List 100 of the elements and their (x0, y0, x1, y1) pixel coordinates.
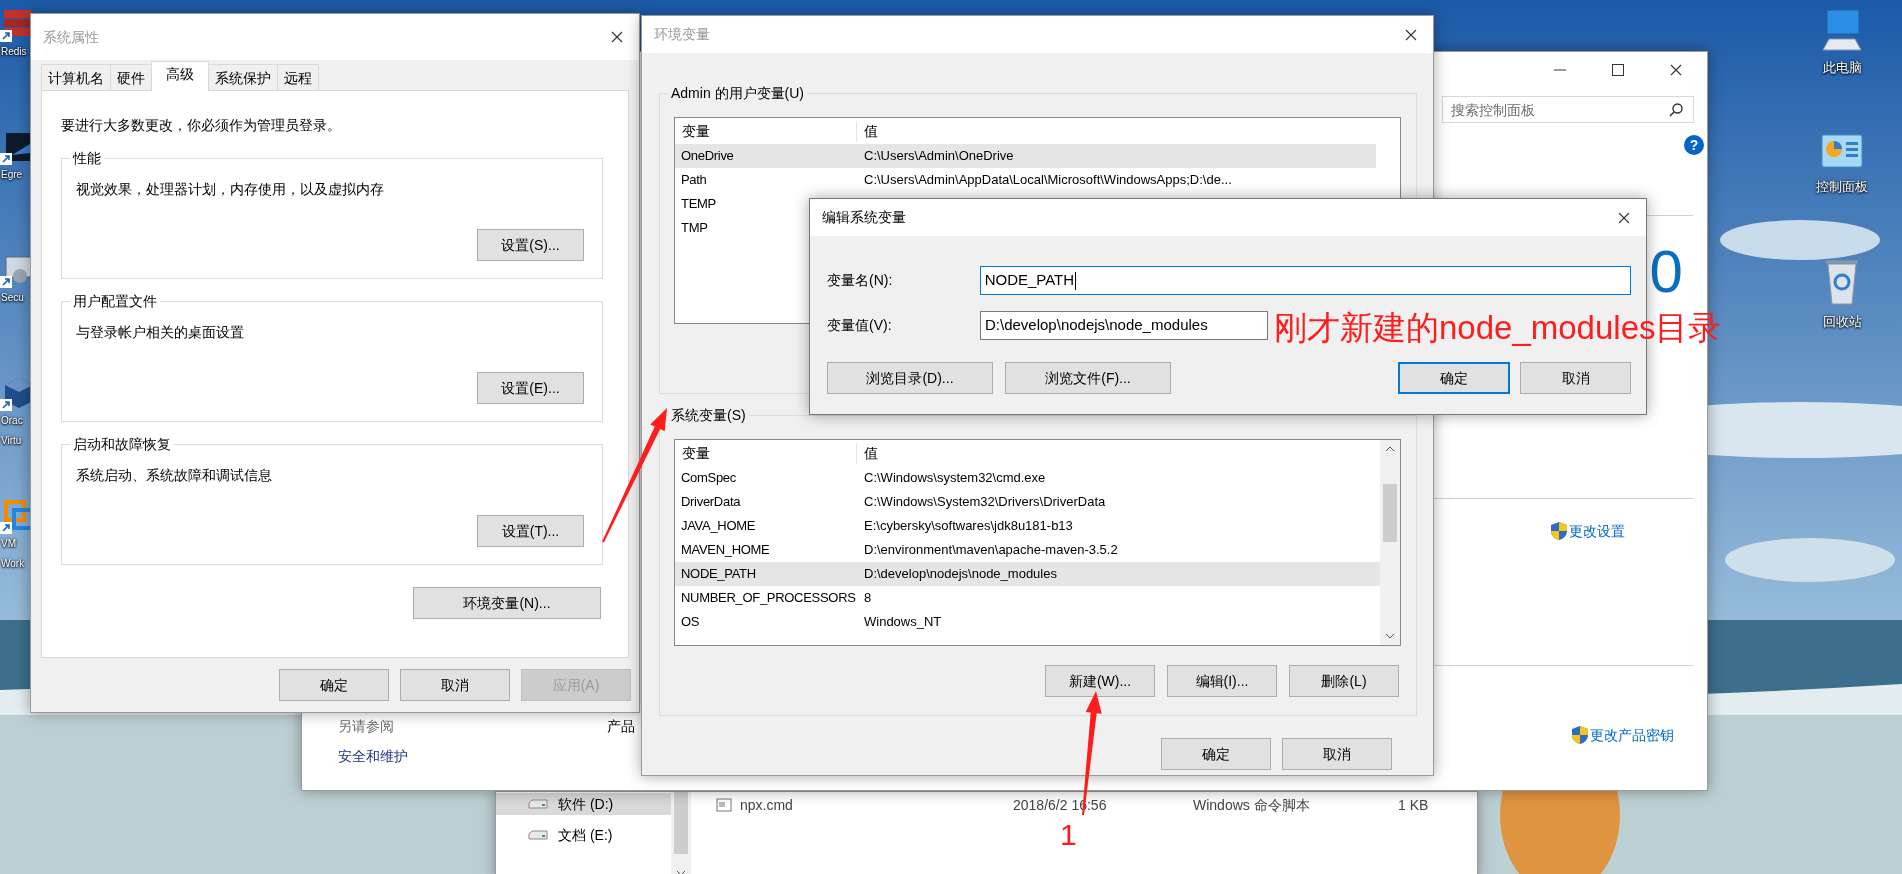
dialog-button[interactable]: 确定 (279, 669, 389, 701)
list-cell-text: NUMBER_OF_PROCESSORS (681, 589, 856, 608)
settings-button[interactable]: 设置(T)... (477, 515, 584, 547)
window-title: 系统属性 (43, 27, 99, 47)
list-cell-text: DriverData (681, 493, 741, 512)
file-size: 1 KB (1398, 796, 1429, 814)
list-cell-text: C:\Users\Admin\OneDrive (863, 147, 1014, 166)
list-cell-text: ComSpec (681, 469, 736, 488)
list-cell-text: MAVEN_HOME (681, 541, 770, 560)
scrollbar[interactable] (671, 792, 691, 874)
list-cell-text: 8 (863, 589, 872, 608)
search-field[interactable]: 搜索控制面板 (1442, 96, 1695, 123)
close-icon[interactable] (1670, 64, 1683, 76)
shield-icon (1550, 521, 1569, 541)
tab[interactable]: 高级 (151, 61, 209, 91)
file-icon (716, 798, 732, 812)
heading: 0 (1648, 242, 1684, 302)
icon-label: Work (0, 557, 26, 571)
tab[interactable]: 远程 (277, 64, 319, 90)
environment-variables-button[interactable]: 环境变量(N)... (413, 587, 601, 619)
icon-label: Egre (0, 168, 24, 182)
list-row[interactable]: JAVA_HOME E:\cybersky\softwares\jdk8u181-b13 (675, 514, 1380, 538)
section-title: 另请参阅 (338, 717, 395, 736)
icon-label: Virtu (0, 434, 23, 448)
column-header[interactable]: 值 (857, 442, 878, 464)
group-title: 系统变量(S) (668, 405, 749, 425)
list-cell-text: Windows_NT (863, 613, 942, 632)
chevron-down-icon[interactable] (1385, 633, 1395, 639)
column-header[interactable]: 值 (857, 120, 878, 142)
scrollbar[interactable] (1380, 440, 1400, 645)
browse-button[interactable]: 浏览目录(D)... (827, 362, 993, 394)
icon-label: 回收站 (1822, 313, 1862, 331)
icon-label: 此电脑 (1822, 59, 1862, 77)
list-cell-text: D:\develop\nodejs\node_modules (863, 565, 1057, 584)
group-title: 性能 (70, 148, 104, 168)
dialog-button[interactable]: 确定 (1398, 362, 1510, 394)
nav-item[interactable]: 软件 (D:) (496, 793, 671, 815)
close-icon[interactable] (611, 31, 623, 43)
maximize-icon[interactable] (1612, 64, 1625, 76)
help-button[interactable]: ? (1684, 135, 1704, 155)
icon-label: Secu (0, 291, 25, 305)
file-name[interactable]: npx.cmd (740, 796, 793, 814)
list-row[interactable]: OneDrive C:\Users\Admin\OneDrive (675, 144, 1376, 168)
stack-icon[interactable] (0, 8, 34, 42)
file-type: Windows 命令脚本 (1193, 796, 1311, 814)
list-row[interactable]: ComSpec C:\Windows\system32\cmd.exe (675, 466, 1380, 490)
annotation-text: 1 (1060, 818, 1077, 851)
dialog-button[interactable]: 删除(L) (1289, 665, 1399, 697)
list-box[interactable] (674, 439, 1401, 646)
group-title: 启动和故障恢复 (70, 434, 174, 454)
computer-icon[interactable] (1819, 8, 1865, 52)
list-row[interactable]: DriverData C:\Windows\System32\Drivers\DriverData (675, 490, 1380, 514)
dialog-button[interactable]: 编辑(I)... (1167, 665, 1277, 697)
icon-label: Redis (0, 45, 28, 59)
link[interactable]: 更改产品密钥 (1571, 725, 1675, 745)
notice-text: 要进行大多数更改，你必须作为管理员登录。 (61, 116, 342, 135)
list-cell-text: C:\Windows\system32\cmd.exe (863, 469, 1046, 488)
list-row[interactable]: Path C:\Users\Admin\AppData\Local\Microsoft\WindowsApps;D:\de... (675, 168, 1376, 192)
text-field[interactable]: NODE_PATH (979, 266, 1631, 295)
dialog-button[interactable]: 取消 (400, 669, 510, 701)
list-row[interactable]: MAVEN_HOME D:\environment\maven\apache-maven-3.5.2 (675, 538, 1380, 562)
dialog-button[interactable]: 取消 (1520, 362, 1631, 394)
list-cell-text: E:\cybersky\softwares\jdk8u181-b13 (863, 517, 1073, 536)
settings-button[interactable]: 设置(S)... (477, 229, 584, 261)
icon-label: VM (0, 537, 17, 551)
drive-icon (528, 799, 548, 809)
dialog-button[interactable]: 确定 (1161, 738, 1271, 770)
scroll-thumb[interactable] (674, 792, 688, 854)
column-header[interactable]: 变量 (675, 442, 857, 464)
column-header[interactable]: 变量 (675, 120, 857, 142)
dialog-button[interactable]: 取消 (1282, 738, 1392, 770)
tab[interactable]: 计算机名 (41, 64, 111, 90)
icon-label: Orac (0, 414, 24, 428)
close-icon[interactable] (1618, 211, 1630, 224)
dialog-button[interactable]: 新建(W)... (1045, 665, 1155, 697)
section-title: 产品 (607, 717, 635, 736)
text-field[interactable]: D:\develop\nodejs\node_modules (980, 311, 1268, 340)
list-row[interactable]: NUMBER_OF_PROCESSORS 8 (675, 586, 1380, 610)
browse-button[interactable]: 浏览文件(F)... (1005, 362, 1171, 394)
group-description: 与登录帐户相关的桌面设置 (76, 323, 244, 341)
close-icon[interactable] (1405, 28, 1417, 41)
list-row[interactable]: OS Windows_NT (675, 610, 1380, 634)
list-cell-text: OneDrive (681, 147, 734, 166)
link[interactable]: 安全和维护 (338, 746, 408, 766)
link[interactable]: 更改设置 (1550, 521, 1626, 541)
drive-icon (528, 830, 548, 840)
settings-button[interactable]: 设置(E)... (477, 372, 584, 404)
chart-panel-icon[interactable] (1819, 131, 1865, 171)
list-cell-text: JAVA_HOME (681, 517, 756, 536)
nav-item[interactable]: 文档 (E:) (496, 824, 671, 846)
group-title: Admin 的用户变量(U) (668, 83, 807, 103)
window-title: 编辑系统变量 (822, 208, 906, 227)
list-row[interactable]: NODE_PATH D:\develop\nodejs\node_modules (675, 562, 1380, 586)
icon-label: 控制面板 (1816, 178, 1868, 196)
group-title: 用户配置文件 (70, 291, 160, 311)
chevron-up-icon[interactable] (1385, 446, 1395, 452)
scroll-thumb[interactable] (1383, 483, 1397, 542)
field-label: 变量名(N): (827, 271, 894, 290)
group-description: 系统启动、系统故障和调试信息 (76, 466, 272, 484)
window-title: 环境变量 (654, 25, 710, 44)
